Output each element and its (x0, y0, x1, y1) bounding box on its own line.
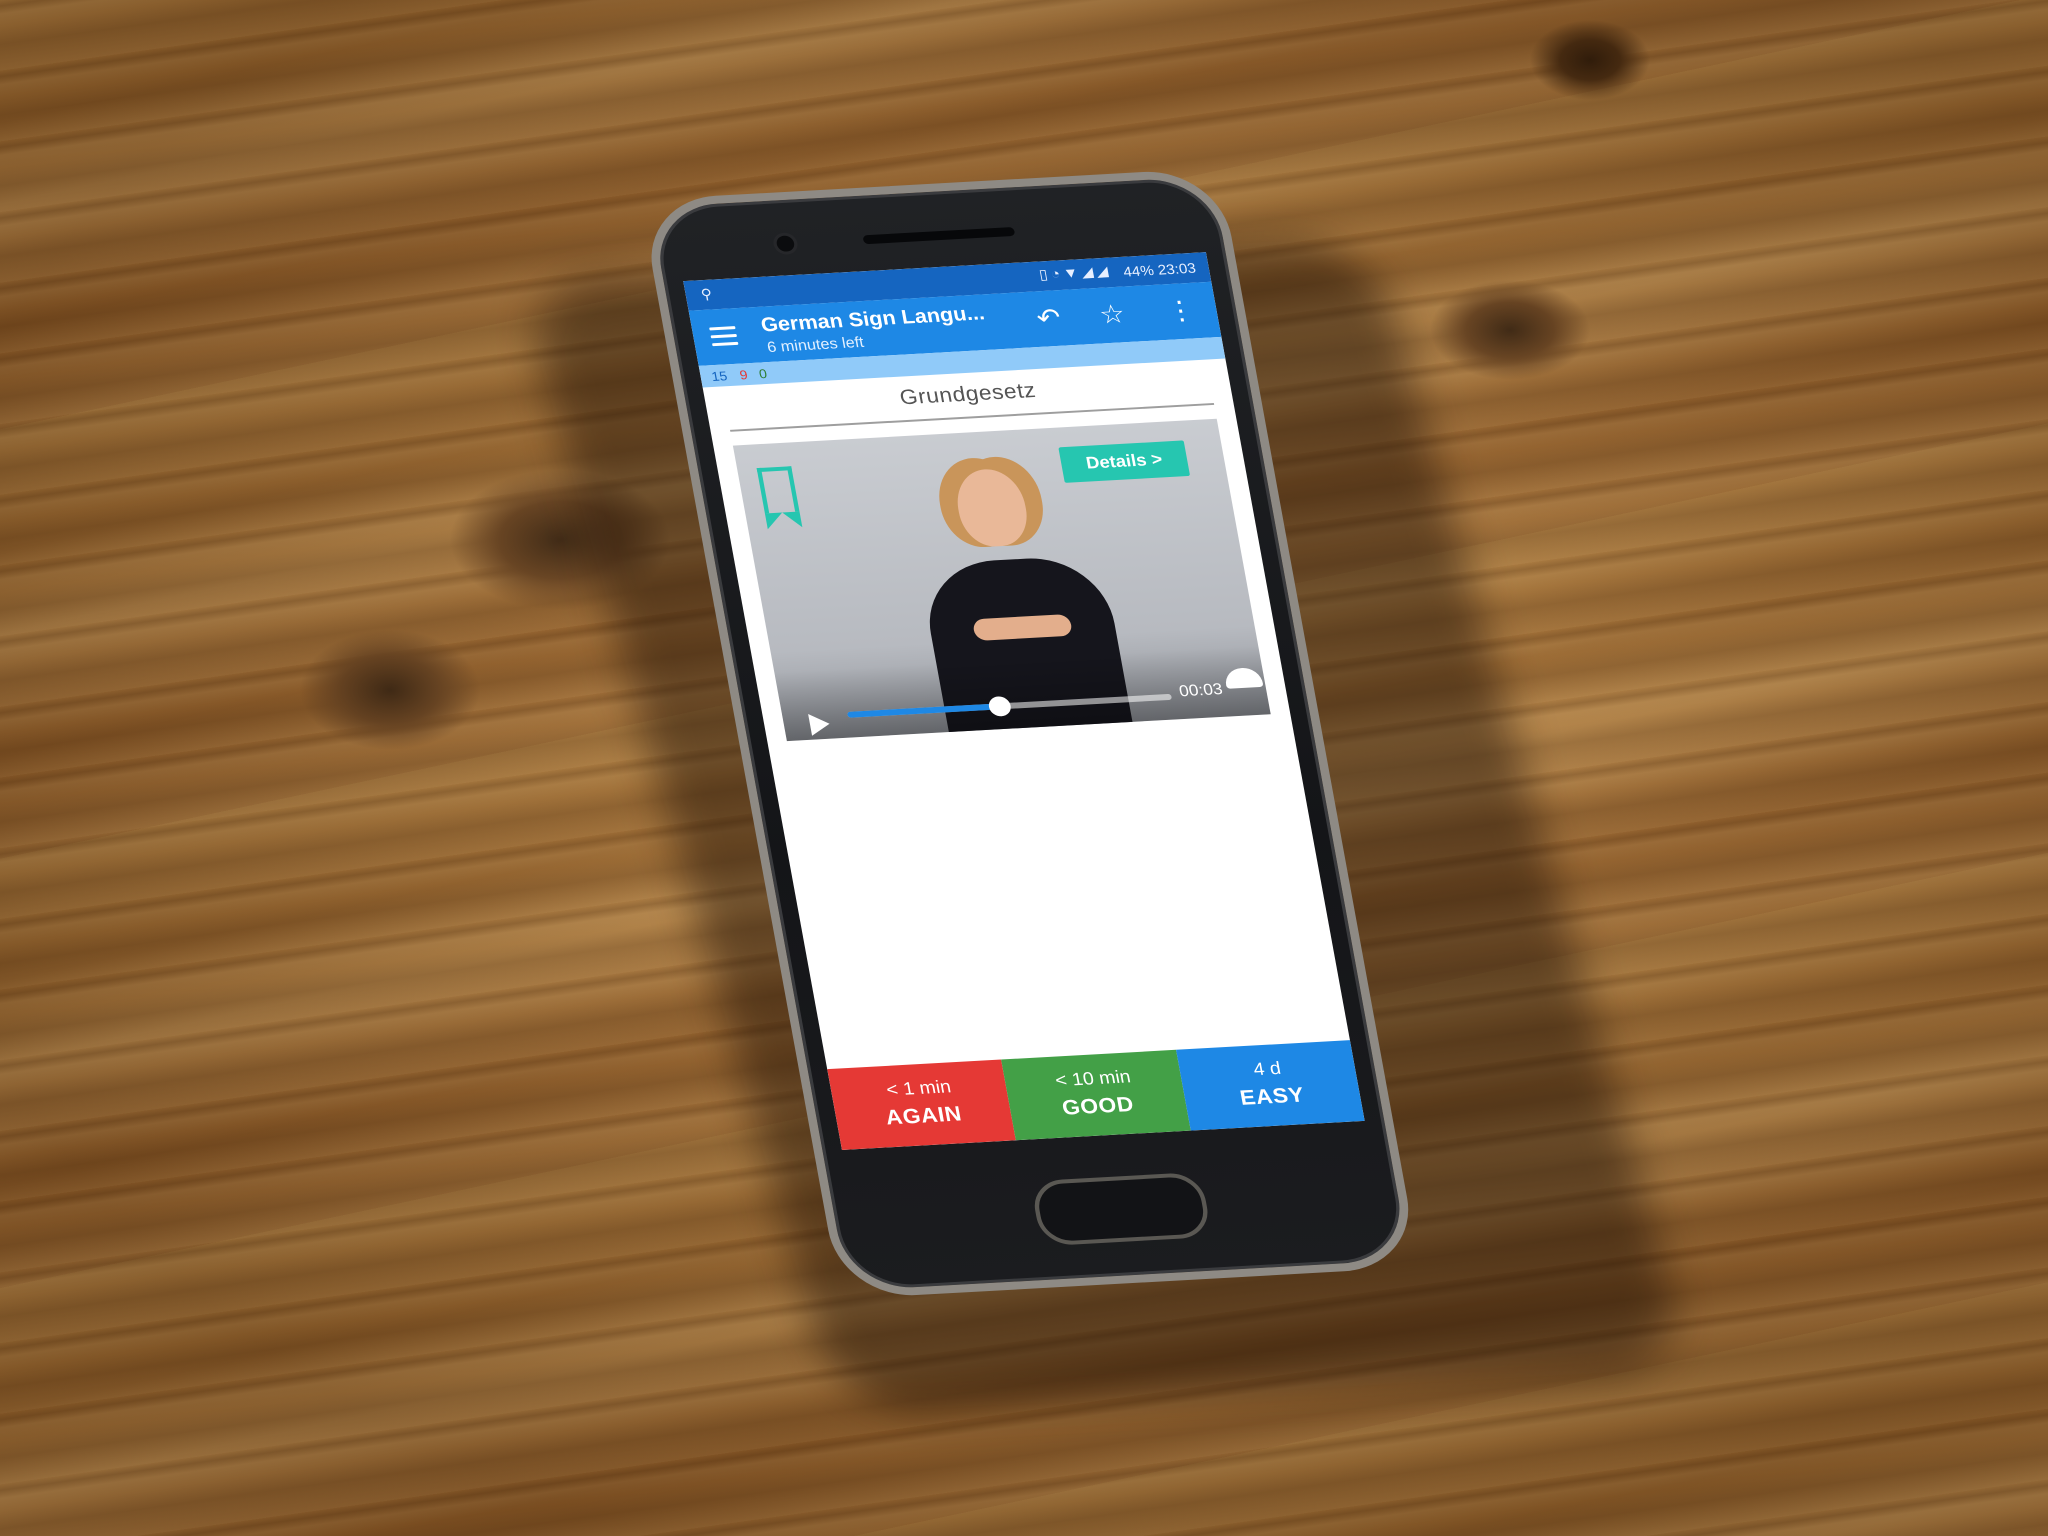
seek-handle[interactable] (987, 695, 1013, 717)
again-label: AGAIN (883, 1102, 964, 1130)
video-time: 00:03 (1177, 681, 1225, 701)
accessibility-icon: ⚲ (699, 285, 714, 303)
details-button[interactable]: Details > (1058, 440, 1191, 483)
earpiece-speaker (862, 227, 1016, 245)
undo-icon[interactable]: ↶ (1034, 302, 1063, 334)
deck-title: German Sign Langu... (759, 302, 987, 337)
play-icon[interactable] (808, 712, 832, 736)
front-camera (775, 235, 796, 253)
battery-clock-text: 44% 23:03 (1121, 259, 1198, 280)
again-button[interactable]: < 1 min AGAIN (827, 1059, 1017, 1150)
review-count: 0 (757, 366, 769, 382)
again-interval: < 1 min (884, 1076, 953, 1100)
more-icon[interactable]: ⋮ (1164, 295, 1198, 327)
status-icons: ▯◔▼◢◢ (1038, 262, 1113, 283)
signer-head (951, 467, 1033, 549)
learn-count: 9 (738, 367, 749, 383)
answer-buttons: < 1 min AGAIN < 10 min GOOD 4 d EASY (827, 1040, 1365, 1150)
time-left: 6 minutes left (765, 333, 866, 357)
easy-interval: 4 d (1251, 1058, 1283, 1080)
easy-button[interactable]: 4 d EASY (1175, 1040, 1365, 1131)
seek-progress (847, 703, 1001, 718)
bookmark-icon[interactable] (756, 466, 800, 514)
good-interval: < 10 min (1053, 1066, 1133, 1091)
speedometer-icon[interactable] (1223, 667, 1264, 689)
video-player[interactable]: Details > 00:03 ⤢ (732, 418, 1271, 742)
good-label: GOOD (1060, 1093, 1136, 1120)
good-button[interactable]: < 10 min GOOD (1001, 1049, 1191, 1141)
new-count: 15 (710, 368, 729, 385)
signal-icon: ◢ (1094, 262, 1113, 280)
fullscreen-icon[interactable]: ⤢ (1267, 657, 1271, 690)
star-icon[interactable]: ☆ (1097, 299, 1128, 331)
home-button[interactable] (1029, 1171, 1213, 1247)
seek-bar[interactable] (847, 693, 1173, 718)
easy-label: EASY (1238, 1083, 1307, 1110)
menu-icon[interactable] (709, 326, 739, 347)
video-controls: 00:03 ⤢ (774, 645, 1271, 742)
